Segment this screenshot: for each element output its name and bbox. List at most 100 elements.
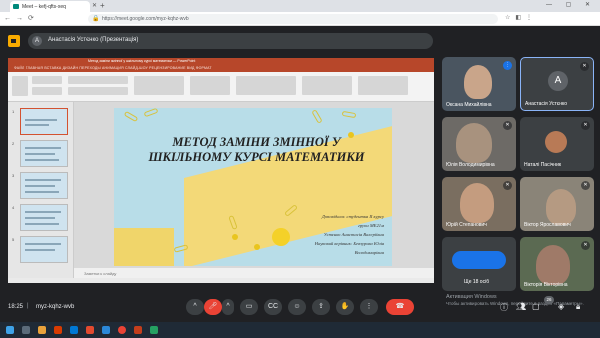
slide-thumbnail: 1 [12,108,68,135]
mic-off-icon: ✕ [581,241,590,250]
paperclip-icon [311,109,323,124]
slide-thumbnail: 4 [12,204,68,231]
participant-name: Оксана Михайлівна [446,102,492,108]
extension-icons[interactable]: ☆◧⋮ [505,14,537,21]
more-participants-avatars [452,251,506,269]
chrome-icon[interactable] [118,326,126,334]
url-text: https://meet.google.com/myz-kqhz-wvb [102,16,189,22]
browser-tab-bar [0,0,600,12]
more-participants-label: Ще 18 осіб [464,279,490,285]
paperclip-icon [143,108,159,118]
participant-name: Наталі Пасічник [524,162,562,168]
raise-hand-button[interactable]: ✋ [336,299,354,315]
slide-thumbnails: 1 2 3 4 5 [8,102,74,278]
participants-count-badge: 26 [544,296,554,304]
file-explorer-icon[interactable] [38,326,46,334]
slide-info-line: Устєнко Анастасія Валеріївна [323,232,384,237]
present-button[interactable]: ⇪ [312,299,330,315]
nav-buttons[interactable]: ←→⟳ [4,14,39,22]
leave-call-button[interactable]: ☎ [386,299,414,315]
camera-toggle-button[interactable]: ▭ [240,299,258,315]
meeting-code: myz-kqhz-wvb [36,304,75,310]
meeting-time: 18:25 [8,304,24,310]
office-icon[interactable] [54,326,62,334]
browser-tab[interactable]: Meet – kefj-qfts-xeq [10,1,90,12]
activities-icon[interactable]: ◈ [558,302,564,311]
edge-icon[interactable] [70,326,78,334]
mic-off-icon: ✕ [503,121,512,130]
store-icon[interactable] [102,326,110,334]
emoji-button[interactable]: ☺ [288,299,306,315]
participant-tile[interactable]: ⋮ Оксана Михайлівна [442,57,516,111]
participant-tile[interactable]: ✕ Віктор Ярославович [520,177,594,231]
participant-video [464,65,492,99]
sheets-icon[interactable] [150,326,158,334]
people-icon[interactable]: 👥︎ [516,302,526,311]
meet-logo-icon [8,35,20,47]
participant-video [456,123,492,163]
participant-video [460,183,494,223]
ppt-ribbon-tabs: ФАЙЛ ГЛАВНАЯ ВСТАВКА ДИЗАЙН ПЕРЕХОДЫ АНИ… [8,64,434,72]
participant-video [546,189,576,225]
paperclip-icon [123,110,139,123]
powerpoint-icon[interactable] [134,326,142,334]
participant-name: Вікторія Вікторівна [524,282,568,288]
participant-avatar: A [548,71,568,91]
ppt-ribbon [8,72,434,102]
window-controls[interactable]: — ▢ ✕ [546,1,596,8]
slide-info-line: Доповідала: студентка II курсу [321,214,384,219]
notes-pane: Заметки к слайду [74,268,434,278]
slide-thumbnail: 3 [12,172,68,199]
lock-controls-icon[interactable]: 🔒︎ [576,302,580,312]
current-slide: МЕТОД ЗАМІНИ ЗМІННОЇ У ШКІЛЬНОМУ КУРСІ М… [114,108,392,266]
chat-icon[interactable]: ▢ [532,302,540,311]
url-input[interactable]: 🔒 https://meet.google.com/myz-kqhz-wvb [88,14,498,24]
slide-thumbnail: 5 [12,236,68,263]
slide-thumbnail: 2 [12,140,68,167]
firefox-icon[interactable] [86,326,94,334]
new-tab-icon[interactable]: + [100,1,105,10]
mic-off-icon: ✕ [581,181,590,190]
participant-name: Юрій Степанович [446,222,487,228]
paperclip-icon [341,110,357,119]
slide-info-line: Науковий керівник: Бевзурова Юлія [314,241,384,246]
search-icon[interactable] [22,326,30,334]
separator: | [27,303,29,309]
speaking-icon: ⋮ [503,61,512,70]
participant-video [536,245,570,285]
participant-tile[interactable]: ✕ Юрій Степанович [442,177,516,231]
lock-icon: 🔒 [92,16,100,22]
captions-button[interactable]: CC [264,299,282,315]
more-options-button[interactable]: ⋮ [360,299,378,315]
browser-tab-title: Meet – kefj-qfts-xeq [22,4,66,10]
activate-windows-watermark: Активация Windows [446,294,497,300]
mic-toggle-button[interactable]: 🎤︎ [204,299,222,315]
participant-tile[interactable]: ✕ Вікторія Вікторівна [520,237,594,291]
participant-name: Юлія Володимирівна [446,162,495,168]
mic-off-icon: ✕ [503,181,512,190]
participant-name: Анастасія Устєнко [525,101,568,107]
slide-title: МЕТОД ЗАМІНИ ЗМІННОЇ У ШКІЛЬНОМУ КУРСІ М… [148,135,365,164]
meet-favicon-icon [13,4,19,9]
mic-off-icon: ✕ [581,121,590,130]
slide-info-line: групи МЕ21м [358,223,384,228]
presenter-avatar: A [32,36,42,46]
participant-tile[interactable]: ✕ Юлія Володимирівна [442,117,516,171]
start-icon[interactable] [6,326,14,334]
info-icon[interactable]: ⓘ [500,302,508,313]
camera-options-button[interactable]: ^ [222,299,234,315]
mic-off-icon: ✕ [580,62,589,71]
slide-yellow-shape [114,228,174,266]
mic-options-button[interactable]: ^ [186,299,204,315]
participant-name: Віктор Ярославович [524,222,571,228]
presenter-name: Анастасія Устєнко (Презентація) [48,37,139,43]
participant-avatar [545,131,567,153]
close-tab-icon[interactable]: ✕ [92,2,97,9]
presentation-banner[interactable]: A Анастасія Устєнко (Презентація) [28,33,433,49]
more-participants-tile[interactable]: Ще 18 осіб [442,237,516,291]
participant-tile[interactable]: ✕ Наталі Пасічник [520,117,594,171]
slide-author-info: Доповідала: студентка II курсу групи МЕ2… [234,212,384,257]
slide-info-line: Володимирівна [354,250,384,255]
participant-tile[interactable]: A ✕ Анастасія Устєнко [520,57,594,111]
ppt-status-bar [8,278,434,283]
